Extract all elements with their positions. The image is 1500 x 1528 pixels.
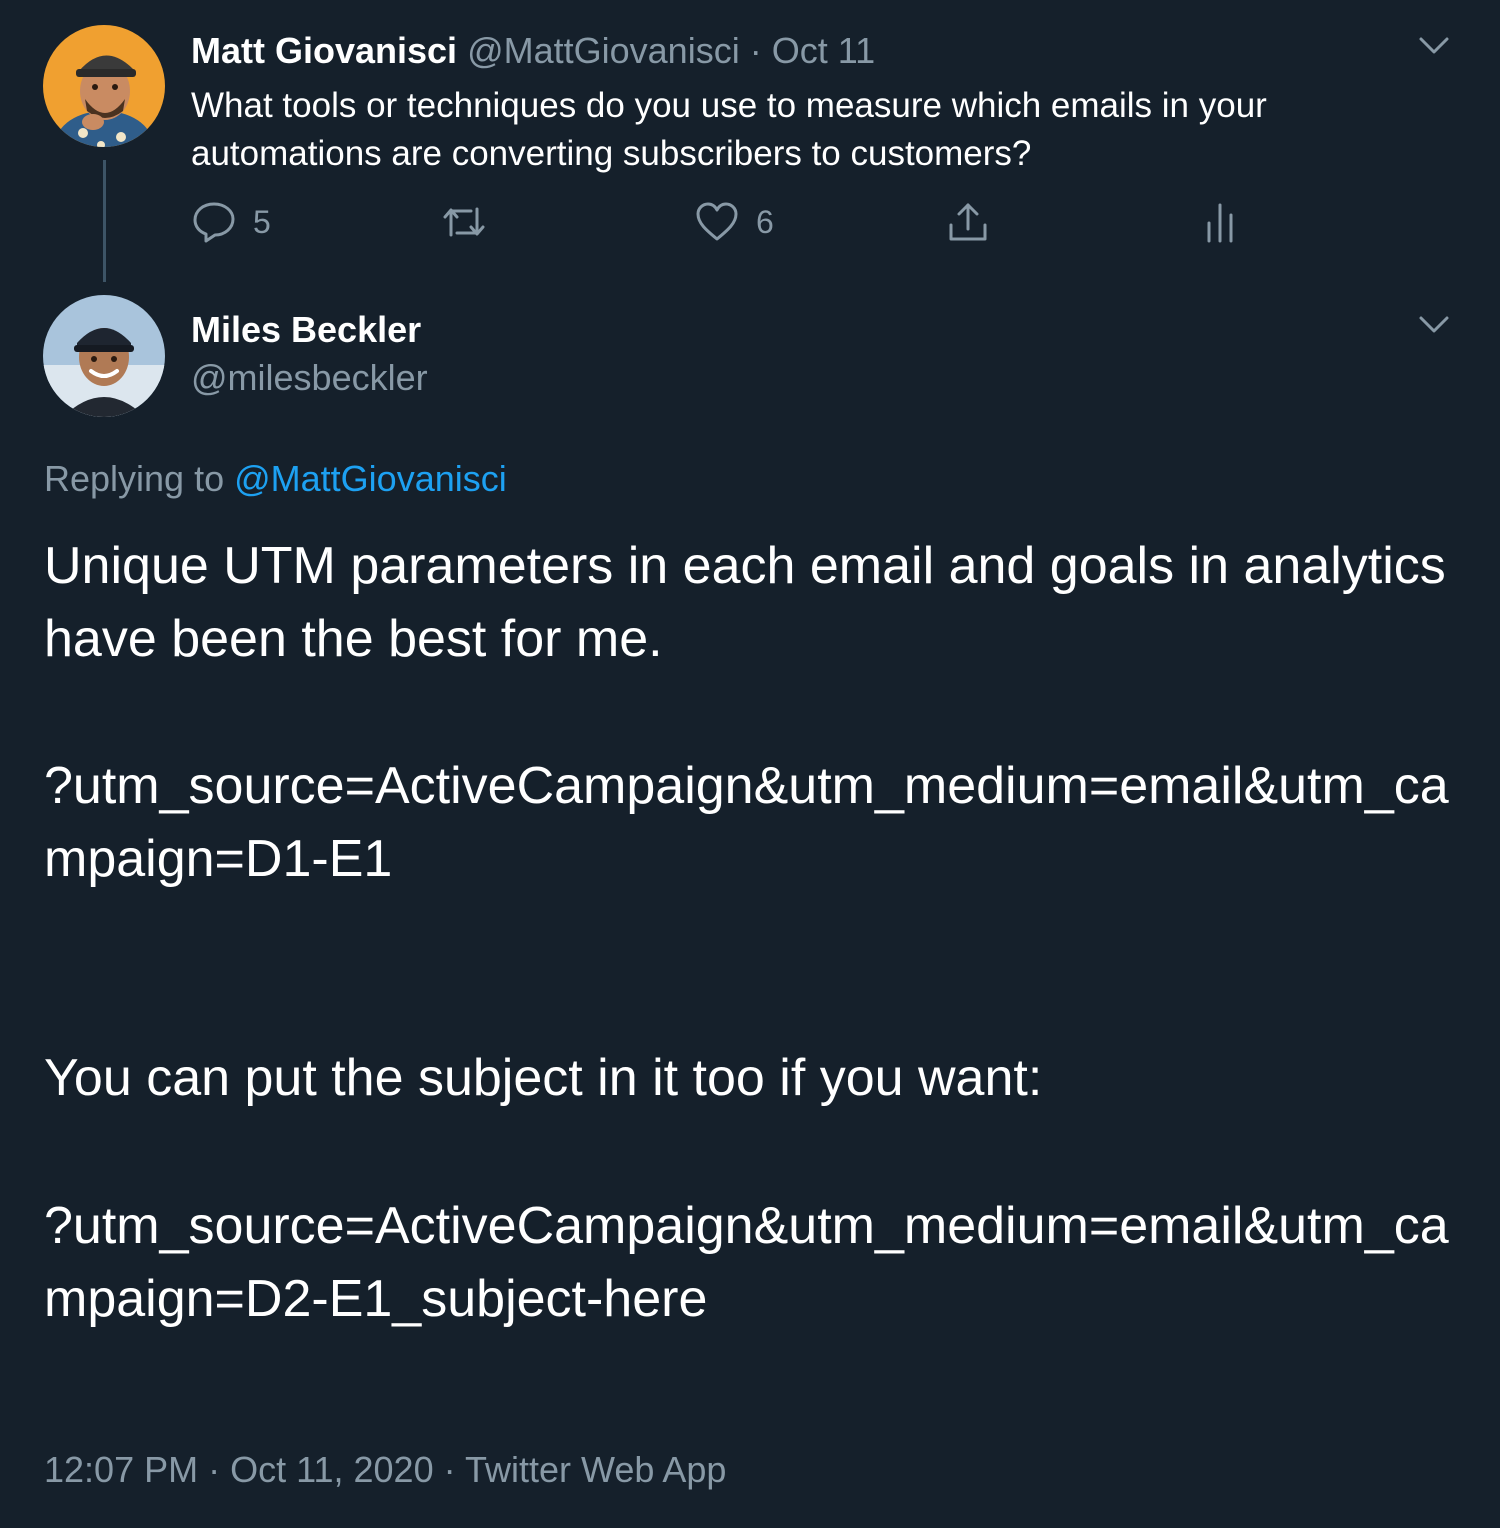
header-separator: ·: [749, 30, 762, 71]
timestamp-separator: ·: [208, 1449, 221, 1490]
replying-to-line: Replying to @MattGiovanisci: [44, 458, 507, 500]
client-app-link[interactable]: Twitter Web App: [465, 1449, 726, 1490]
reply-author-name[interactable]: Miles Beckler: [191, 309, 421, 351]
retweet-button[interactable]: [441, 196, 487, 248]
reply-paragraph: Unique UTM parameters in each email and …: [44, 537, 1446, 668]
replying-to-mention-link[interactable]: @MattGiovanisci: [234, 458, 507, 499]
reply-timestamp: 12:07 PM · Oct 11, 2020 · Twitter Web Ap…: [44, 1446, 726, 1494]
reply-utm-example-2: ?utm_source=ActiveCampaign&utm_medium=em…: [44, 1197, 1449, 1328]
reply-count: 5: [253, 203, 271, 240]
share-icon: [949, 203, 987, 241]
parent-author-handle[interactable]: @MattGiovanisci: [467, 30, 740, 71]
reply-button[interactable]: 5: [191, 196, 271, 248]
reply-tweet-menu-button[interactable]: [1416, 307, 1452, 343]
analytics-button[interactable]: [1197, 196, 1243, 248]
parent-tweet-date[interactable]: Oct 11: [772, 30, 875, 71]
chevron-down-icon: [1419, 316, 1449, 333]
parent-author-name[interactable]: Matt Giovanisci: [191, 30, 457, 71]
reply-utm-example-1: ?utm_source=ActiveCampaign&utm_medium=em…: [44, 757, 1449, 888]
analytics-icon: [1207, 203, 1233, 243]
heart-icon: [696, 202, 738, 241]
reply-author-handle[interactable]: @milesbeckler: [191, 357, 428, 399]
reply-paragraph: You can put the subject in it too if you…: [44, 1049, 1043, 1107]
replying-to-label: Replying to: [44, 458, 225, 499]
avatar-matt-giovanisci[interactable]: [43, 25, 165, 147]
thread-line: [103, 160, 106, 282]
reply-icon: [193, 202, 235, 243]
avatar-miles-beckler[interactable]: [43, 295, 165, 417]
like-count: 6: [756, 203, 774, 240]
timestamp-separator: ·: [443, 1449, 456, 1490]
timestamp-time[interactable]: 12:07 PM: [44, 1449, 198, 1490]
parent-tweet-header: Matt Giovanisci @MattGiovanisci · Oct 11: [191, 30, 875, 72]
chevron-down-icon: [1419, 37, 1449, 54]
like-button[interactable]: 6: [694, 196, 774, 248]
retweet-icon: [443, 207, 485, 237]
share-button[interactable]: [945, 196, 991, 248]
parent-tweet-text: What tools or techniques do you use to m…: [191, 86, 1267, 173]
parent-tweet-menu-button[interactable]: [1416, 28, 1452, 64]
timestamp-date[interactable]: Oct 11, 2020: [230, 1449, 433, 1490]
